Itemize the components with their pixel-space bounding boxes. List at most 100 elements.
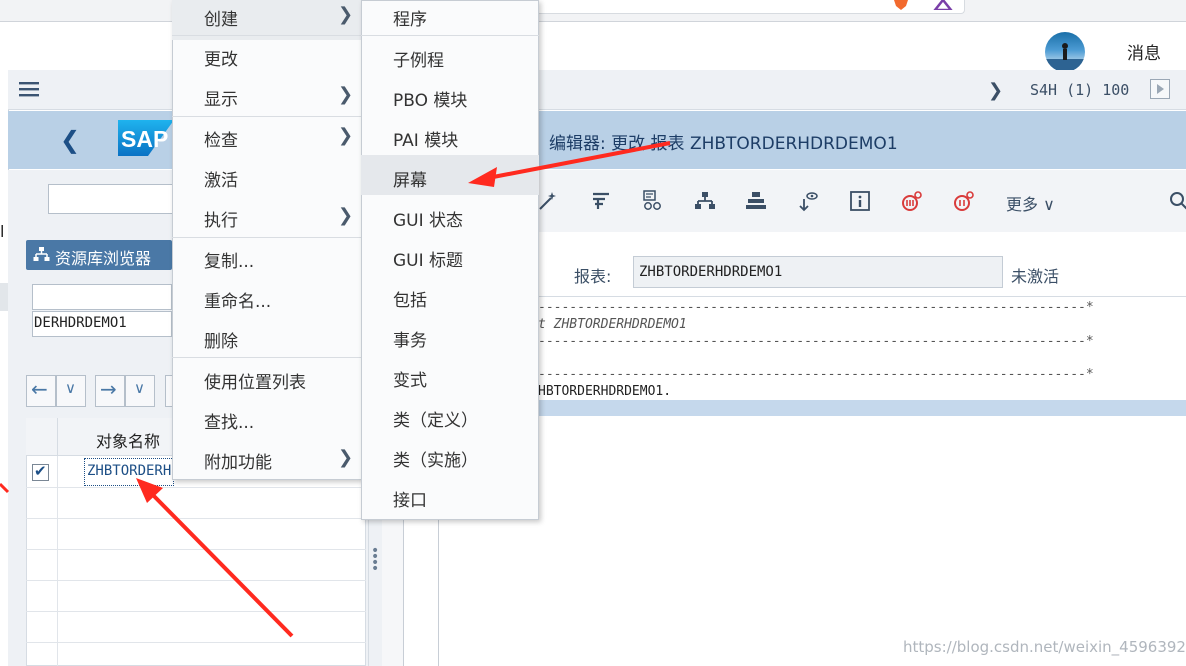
wand-icon[interactable] — [537, 190, 559, 212]
table-row-divider — [26, 549, 366, 550]
hierarchy-icon[interactable] — [694, 190, 716, 212]
stack-icon[interactable] — [745, 190, 767, 212]
code-line[interactable]: ----------------------------------------… — [538, 300, 1094, 315]
submenu-item-label[interactable]: 包括 — [393, 286, 427, 311]
navigate-back-button[interactable]: ← — [26, 375, 56, 407]
menu-divider — [172, 35, 362, 36]
table-row-divider — [26, 518, 366, 519]
messages-link[interactable]: 消息 — [1127, 39, 1161, 64]
chevron-right-icon: ❯ — [338, 447, 354, 468]
navigate-back-dropdown[interactable]: ∨ — [56, 375, 86, 407]
menu-item-label[interactable]: 重命名... — [204, 287, 271, 312]
breakpoint-icon[interactable] — [797, 190, 819, 212]
table-row-divider — [26, 580, 366, 581]
sap-logo: SAP — [118, 120, 174, 156]
menu-item-label[interactable]: 激活 — [204, 166, 238, 191]
code-line[interactable]: t ZHBTORDERHDRDEMO1 — [538, 317, 687, 332]
menu-item-label[interactable]: 删除 — [204, 327, 238, 352]
menu-divider — [172, 116, 362, 117]
submenu-item-label[interactable]: GUI 标题 — [393, 246, 463, 271]
report-label: 报表: — [574, 267, 612, 286]
submenu-item-label[interactable]: 程序 — [393, 5, 427, 30]
menu-item-label[interactable]: 创建 — [204, 5, 238, 30]
object-name-cell[interactable]: ZHBTORDERHDRDEMO1 — [87, 463, 173, 479]
arrow-left-icon: ← — [31, 377, 48, 401]
arrow-right-icon: → — [100, 377, 117, 401]
watchpoint-icon[interactable] — [901, 190, 923, 212]
submenu-item-label[interactable]: 屏幕 — [393, 166, 427, 191]
info-icon[interactable] — [849, 190, 871, 212]
submenu-item-label[interactable]: GUI 状态 — [393, 206, 463, 231]
status-badge: 未激活 — [1011, 267, 1060, 286]
menu-divider — [172, 357, 362, 358]
more-menu-button[interactable]: 更多 ∨ — [1006, 191, 1055, 215]
table-row-divider — [26, 487, 366, 488]
menu-divider — [361, 35, 539, 36]
page-title: 编辑器: 更改 报表 ZHBTORDERHDRDEMO1 — [549, 134, 898, 154]
menu-item-label[interactable]: 复制... — [204, 247, 254, 272]
hierarchy-icon — [33, 247, 50, 261]
table-row-divider — [26, 642, 366, 643]
code-line[interactable]: ----------------------------------------… — [538, 334, 1094, 349]
menu-item-label[interactable]: 使用位置列表 — [204, 368, 306, 393]
session-breakpoint-icon[interactable] — [953, 190, 975, 212]
menu-item-label[interactable]: 检查 — [204, 126, 238, 151]
svg-text:SAP: SAP — [121, 126, 168, 152]
menu-item-label[interactable]: 附加功能 — [204, 448, 272, 473]
submenu-item-label[interactable]: 类（定义） — [393, 406, 478, 431]
chevron-down-icon: ∨ — [65, 379, 76, 397]
chevron-right-icon: ❯ — [338, 125, 354, 146]
brave-shield-icon[interactable] — [892, 0, 910, 10]
avatar[interactable] — [1045, 32, 1085, 72]
context-menu — [172, 0, 362, 480]
hamburger-menu-icon[interactable] — [18, 80, 40, 98]
code-line[interactable]: HBTORDERHDRDEMO1. — [538, 384, 671, 399]
drag-handle-icon[interactable]: • • • • — [371, 544, 379, 576]
menu-item-label[interactable]: 查找... — [204, 408, 254, 433]
table-row-divider — [26, 611, 366, 612]
submenu-item-label[interactable]: 子例程 — [393, 46, 444, 71]
column-header-object-name[interactable]: 对象名称 — [96, 428, 160, 452]
chevron-down-icon: ∨ — [134, 379, 145, 397]
checkmark-icon: ✔ — [34, 462, 47, 480]
more-label: 更多 — [1006, 195, 1039, 214]
submenu-item-label[interactable]: 类（实施） — [393, 446, 478, 471]
navigate-forward-dropdown[interactable]: ∨ — [125, 375, 155, 407]
select-all-column[interactable] — [26, 418, 58, 456]
chevron-down-icon: ∨ — [1043, 195, 1055, 214]
search-icon[interactable] — [1168, 190, 1186, 212]
watermark: https://blog.csdn.net/weixin_45963929 — [903, 638, 1186, 656]
annotation-arrow — [0, 482, 10, 494]
menu-item-create[interactable] — [172, 0, 362, 40]
repository-browser-label: 资源库浏览器 — [55, 249, 152, 268]
navigator-input[interactable] — [48, 184, 173, 214]
pretty-printer-icon[interactable] — [590, 190, 612, 212]
pane-splitter[interactable] — [368, 520, 382, 666]
expand-button[interactable] — [1150, 79, 1170, 99]
menu-item-label[interactable]: 执行 — [204, 206, 238, 231]
submenu-item-label[interactable]: PBO 模块 — [393, 86, 467, 111]
code-line[interactable]: ----------------------------------------… — [538, 367, 1094, 382]
chevron-right-icon: ❯ — [338, 205, 354, 226]
menu-divider — [172, 237, 362, 238]
object-type-input[interactable] — [32, 284, 172, 310]
submenu-item-label[interactable]: PAI 模块 — [393, 126, 458, 151]
menu-item-label[interactable]: 显示 — [204, 85, 238, 110]
truncated-text: l — [0, 222, 5, 241]
chevron-right-icon: ❯ — [338, 4, 354, 25]
where-used-icon[interactable] — [642, 190, 664, 212]
current-line-highlight — [538, 400, 1186, 416]
rewards-triangle-icon[interactable] — [932, 0, 954, 10]
submenu-item-screen[interactable] — [361, 155, 539, 195]
chevron-right-icon: ❯ — [338, 84, 354, 105]
submenu-item-label[interactable]: 接口 — [393, 486, 427, 511]
navigate-forward-button[interactable]: → — [95, 375, 125, 407]
chevron-right-icon[interactable]: ❯ — [988, 80, 1003, 101]
pane-edge — [0, 283, 8, 311]
submenu-item-label[interactable]: 变式 — [393, 366, 427, 391]
object-name-value: DERHDRDEMO1 — [34, 315, 127, 331]
submenu-item-label[interactable]: 事务 — [393, 326, 427, 351]
menu-item-label[interactable]: 更改 — [204, 45, 238, 70]
avatar-silhouette-icon — [1045, 43, 1085, 72]
back-chevron-icon[interactable]: ❮ — [60, 126, 80, 154]
